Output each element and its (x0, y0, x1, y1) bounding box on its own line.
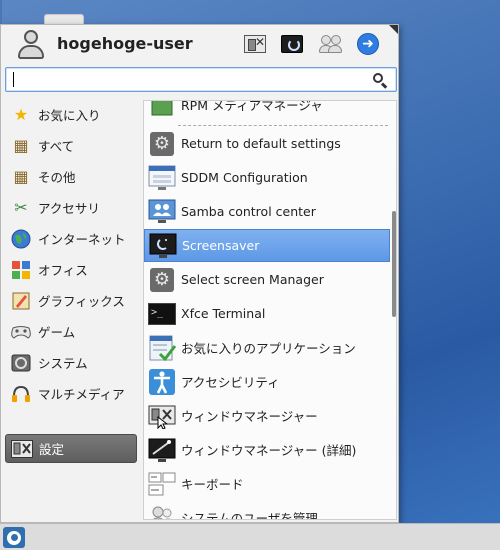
category-games[interactable]: ゲーム (5, 317, 137, 346)
logout-icon: ➜ (357, 33, 379, 55)
bottom-panel (0, 523, 500, 550)
scrollbar-thumb[interactable] (392, 211, 396, 317)
category-internet[interactable]: インターネット (5, 224, 137, 253)
category-label: すべて (38, 139, 75, 154)
category-label: グラフィックス (38, 294, 125, 309)
settings-manager-icon (244, 35, 266, 53)
category-label: ゲーム (38, 325, 76, 340)
app-item-return-to-default[interactable]: ⚙ Return to default settings (144, 127, 390, 160)
settings-manager-button[interactable] (243, 33, 267, 55)
gear-icon: ⚙ (148, 266, 176, 294)
category-label: マルチメディア (38, 387, 125, 402)
category-graphics[interactable]: グラフィックス (5, 286, 137, 315)
accessibility-icon (148, 368, 176, 396)
category-label: インターネット (38, 232, 126, 247)
switch-users-icon (319, 34, 343, 54)
app-label: ウィンドウマネージャー (詳細) (181, 443, 357, 458)
app-list-scrollbar[interactable] (391, 101, 396, 519)
network-monitor-icon (148, 198, 176, 226)
category-system[interactable]: システム (5, 348, 137, 377)
app-item-rpm-media-manager[interactable]: RPM メディアマネージャ (144, 100, 390, 121)
category-label: オフィス (38, 263, 88, 278)
accessories-icon: ✂ (14, 198, 28, 217)
category-label: アクセサリ (38, 201, 100, 216)
user-name: hogehoge-user (57, 34, 193, 53)
whisker-menu: hogehoge-user ➜ ★ お気に入り (0, 24, 399, 523)
category-label: その他 (38, 170, 76, 185)
category-label: システム (38, 356, 88, 371)
app-item-samba-control-center[interactable]: Samba control center (144, 195, 390, 228)
category-all[interactable]: ▦ すべて (5, 131, 137, 160)
app-label: Samba control center (181, 204, 316, 219)
category-office[interactable]: オフィス (5, 255, 137, 284)
users-icon (148, 504, 176, 519)
app-item-keyboard[interactable]: キーボード (144, 467, 390, 500)
category-label: 設定 (39, 442, 65, 457)
app-label: Screensaver (182, 238, 260, 253)
search-input[interactable] (5, 67, 397, 92)
app-label: Select screen Manager (181, 272, 324, 287)
logout-button[interactable]: ➜ (356, 33, 380, 55)
app-item-sddm-configuration[interactable]: SDDM Configuration (144, 161, 390, 194)
app-item-screensaver[interactable]: Screensaver (144, 229, 390, 262)
xfce-logo-icon (7, 530, 21, 545)
all-apps-icon: ▦ (13, 136, 29, 155)
app-label: RPM メディアマネージャ (181, 100, 323, 113)
app-label: ウィンドウマネージャー (181, 409, 318, 424)
checklist-icon (148, 334, 176, 362)
app-label: SDDM Configuration (181, 170, 308, 185)
terminal-icon: >_ (148, 300, 176, 328)
app-item-select-screen-manager[interactable]: ⚙ Select screen Manager (144, 263, 390, 296)
globe-icon (10, 228, 32, 250)
category-other[interactable]: ▦ その他 (5, 162, 137, 191)
application-list: RPM メディアマネージャ ⚙ Return to default settin… (143, 100, 397, 520)
office-icon (10, 259, 32, 281)
app-item-user-management[interactable]: システムのユーザを管理 (144, 501, 390, 520)
app-item-window-manager[interactable]: ウィンドウマネージャー (144, 399, 390, 432)
gear-icon: ⚙ (148, 130, 176, 158)
app-label: アクセシビリティ (181, 375, 280, 390)
headphones-icon (10, 383, 32, 405)
other-icon: ▦ (13, 167, 29, 186)
star-icon: ★ (13, 105, 29, 124)
system-icon (10, 352, 32, 374)
list-divider (178, 125, 388, 126)
lock-screen-button[interactable] (280, 33, 304, 55)
category-favorites[interactable]: ★ お気に入り (5, 100, 137, 129)
lock-screen-icon (281, 35, 303, 53)
switch-users-button[interactable] (319, 33, 343, 55)
category-multimedia[interactable]: マルチメディア (5, 379, 137, 408)
app-label: Return to default settings (181, 136, 341, 151)
search-icon (372, 72, 388, 89)
login-screen-icon (148, 164, 176, 192)
text-caret (13, 72, 14, 87)
category-settings[interactable]: 設定 (5, 434, 137, 463)
app-item-window-manager-tweaks[interactable]: ウィンドウマネージャー (詳細) (144, 433, 390, 466)
category-list: ★ お気に入り ▦ すべて ▦ その他 ✂ アクセサリ インターネット オフィス (5, 100, 139, 520)
screensaver-icon (149, 232, 177, 260)
app-label: お気に入りのアプリケーション (181, 341, 356, 356)
gamepad-icon (10, 321, 32, 343)
whisker-menu-button[interactable] (3, 527, 25, 548)
app-label: Xfce Terminal (181, 306, 266, 321)
graphics-icon (10, 290, 32, 312)
app-item-preferred-applications[interactable]: お気に入りのアプリケーション (144, 331, 390, 364)
keyboard-icon (148, 470, 176, 498)
window-manager-tweaks-icon (148, 436, 176, 464)
menu-header: hogehoge-user ➜ (1, 25, 400, 65)
category-label: お気に入り (38, 108, 101, 123)
app-label: キーボード (181, 477, 244, 492)
app-label: システムのユーザを管理 (181, 511, 318, 520)
category-accessories[interactable]: ✂ アクセサリ (5, 193, 137, 222)
window-manager-icon (148, 402, 176, 430)
app-item-xfce-terminal[interactable]: >_ Xfce Terminal (144, 297, 390, 330)
user-avatar-icon (15, 28, 47, 60)
settings-icon (11, 438, 33, 460)
app-item-accessibility[interactable]: アクセシビリティ (144, 365, 390, 398)
rpm-icon (148, 101, 176, 119)
